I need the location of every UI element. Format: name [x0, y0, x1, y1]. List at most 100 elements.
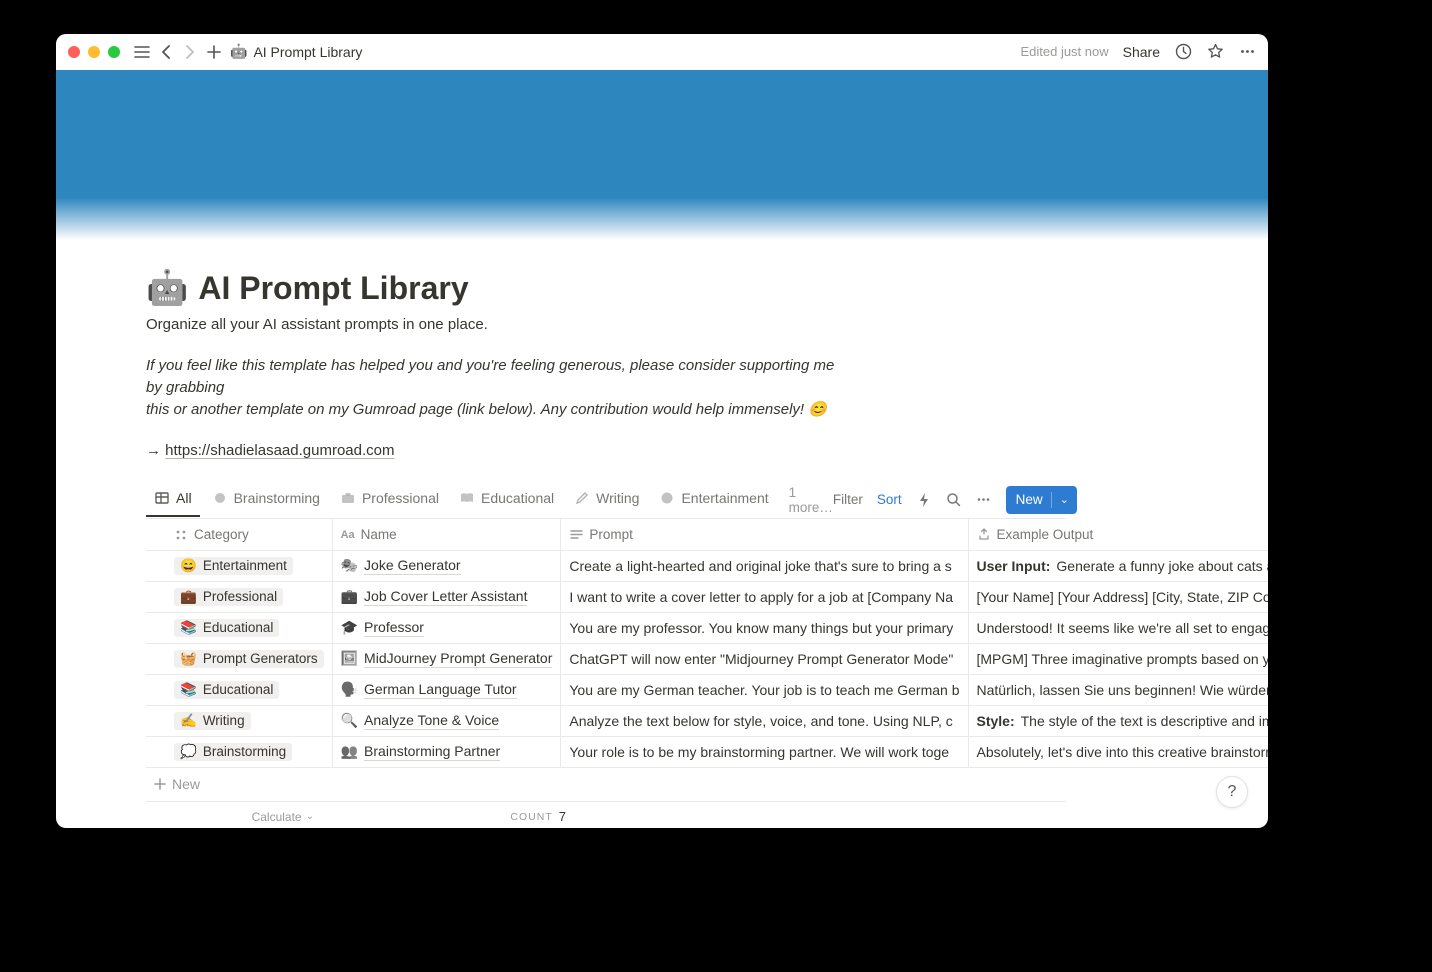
category-label: Professional — [203, 589, 277, 604]
tab-label: Professional — [362, 490, 439, 506]
database-block: All Brainstorming Professional Educ — [146, 481, 1066, 828]
smile-icon — [659, 490, 675, 506]
title-property-icon: Aa — [341, 528, 355, 542]
column-header-output[interactable]: Example Output — [968, 519, 1268, 550]
prompt-text: You are my professor. You know many thin… — [561, 613, 967, 643]
tab-label: Brainstorming — [234, 490, 320, 506]
tab-writing[interactable]: Writing — [566, 484, 647, 516]
row-name: MidJourney Prompt Generator — [364, 650, 552, 668]
prompt-text: Create a light-hearted and original joke… — [561, 551, 967, 581]
share-button[interactable]: Share — [1123, 44, 1160, 60]
calculate-label: Calculate — [252, 810, 302, 824]
briefcase-icon — [340, 490, 356, 506]
select-property-icon — [174, 528, 188, 542]
tab-label: Writing — [596, 490, 639, 506]
gumroad-link[interactable]: https://shadielasaad.gumroad.com — [165, 442, 394, 459]
page-title[interactable]: AI Prompt Library — [198, 270, 468, 307]
page-subtitle[interactable]: Organize all your AI assistant prompts i… — [146, 316, 1066, 333]
column-header-prompt[interactable]: Prompt — [561, 519, 968, 550]
tab-professional[interactable]: Professional — [332, 484, 447, 516]
row-icon: 🎭 — [341, 557, 358, 574]
nav-forward-button[interactable] — [178, 40, 202, 64]
calculate-button[interactable]: Calculate ⌄ — [146, 810, 324, 824]
page-title-small: AI Prompt Library — [253, 44, 362, 60]
gumroad-link-row: → https://shadielasaad.gumroad.com — [146, 442, 1066, 459]
maximize-window-button[interactable] — [108, 46, 120, 58]
count-summary[interactable]: COUNT 7 — [324, 809, 578, 824]
book-icon — [459, 490, 475, 506]
support-line-2: this or another template on my Gumroad p… — [146, 401, 827, 418]
minimize-window-button[interactable] — [88, 46, 100, 58]
new-button[interactable]: New ⌄ — [1006, 486, 1077, 514]
category-label: Writing — [203, 713, 245, 728]
table-row[interactable]: 📚Educational🎓ProfessorYou are my profess… — [146, 612, 1268, 643]
edit-status: Edited just now — [1020, 44, 1108, 59]
table-header-row: Category Aa Name — [146, 519, 1268, 550]
row-icon: 👥 — [341, 743, 358, 760]
tab-all[interactable]: All — [146, 484, 200, 516]
new-tab-button[interactable] — [202, 40, 226, 64]
tab-label: All — [176, 490, 192, 506]
sort-button[interactable]: Sort — [877, 492, 902, 507]
automation-icon[interactable] — [916, 492, 932, 508]
help-button[interactable]: ? — [1216, 776, 1248, 808]
tabs-more[interactable]: 1 more… — [789, 485, 833, 515]
database-table: Category Aa Name — [146, 519, 1268, 768]
table-icon — [154, 490, 170, 506]
category-tag: 📚Educational — [174, 619, 279, 637]
row-name: Job Cover Letter Assistant — [364, 588, 527, 606]
count-value: 7 — [559, 809, 566, 824]
table-footer: Calculate ⌄ COUNT 7 — [146, 802, 1066, 828]
row-icon: 🔍 — [341, 712, 358, 729]
row-icon: 🖼️ — [341, 650, 358, 667]
column-label: Example Output — [997, 527, 1094, 542]
prompt-text: You are my German teacher. Your job is t… — [561, 675, 967, 705]
updates-icon[interactable] — [1174, 43, 1192, 61]
category-tag: 💭Brainstorming — [174, 743, 292, 761]
tab-entertainment[interactable]: Entertainment — [651, 484, 776, 516]
row-name: German Language Tutor — [364, 681, 517, 699]
column-header-name[interactable]: Aa Name — [332, 519, 561, 550]
category-tag: 📚Educational — [174, 681, 279, 699]
nav-back-button[interactable] — [154, 40, 178, 64]
tab-brainstorming[interactable]: Brainstorming — [204, 484, 328, 516]
page-content: 🤖 AI Prompt Library Organize all your AI… — [56, 240, 1268, 828]
column-label: Name — [361, 527, 397, 542]
table-row[interactable]: 💭Brainstorming👥Brainstorming PartnerYour… — [146, 736, 1268, 767]
search-icon[interactable] — [946, 492, 962, 508]
table-row[interactable]: 📚Educational🗣️German Language TutorYou a… — [146, 674, 1268, 705]
output-text: Understood! It seems like we're all set … — [969, 613, 1269, 643]
view-options-icon[interactable] — [976, 492, 992, 508]
sidebar-toggle-button[interactable] — [130, 40, 154, 64]
close-window-button[interactable] — [68, 46, 80, 58]
support-text[interactable]: If you feel like this template has helpe… — [146, 355, 846, 420]
category-label: Entertainment — [203, 558, 287, 573]
table-row[interactable]: ✍️Writing🔍Analyze Tone & VoiceAnalyze th… — [146, 705, 1268, 736]
favorite-icon[interactable] — [1206, 43, 1224, 61]
page-icon-small: 🤖 — [230, 43, 247, 60]
category-emoji: 🧺 — [180, 651, 197, 667]
output-text: Natürlich, lassen Sie uns beginnen! Wie … — [969, 675, 1269, 705]
category-label: Educational — [203, 682, 274, 697]
table-row[interactable]: 🧺 Prompt Generators 🖼️ MidJourney Prompt Ge… — [146, 643, 1268, 674]
column-header-category[interactable]: Category — [146, 519, 332, 550]
output-text: Style: The style of the text is descript… — [969, 706, 1269, 736]
filter-button[interactable]: Filter — [833, 492, 863, 507]
page-icon[interactable]: 🤖 — [146, 268, 188, 308]
table-row[interactable]: 💼Professional💼Job Cover Letter Assistant… — [146, 581, 1268, 612]
tab-label: Educational — [481, 490, 554, 506]
table-row[interactable]: 😄Entertainment🎭Joke GeneratorCreate a li… — [146, 550, 1268, 581]
column-label: Category — [194, 527, 249, 542]
category-label: Prompt Generators — [203, 651, 318, 666]
output-text: User Input: Generate a funny joke about … — [969, 551, 1269, 581]
new-row-button[interactable]: New — [146, 768, 1066, 802]
link-arrow: → — [146, 442, 161, 459]
window-controls — [68, 46, 120, 58]
tab-educational[interactable]: Educational — [451, 484, 562, 516]
support-line-1: If you feel like this template has helpe… — [146, 357, 834, 396]
more-menu-icon[interactable] — [1238, 43, 1256, 61]
category-emoji: 💼 — [180, 589, 197, 605]
breadcrumb[interactable]: 🤖 AI Prompt Library — [230, 43, 362, 60]
row-name: Analyze Tone & Voice — [364, 712, 499, 730]
page-cover[interactable] — [56, 70, 1268, 240]
